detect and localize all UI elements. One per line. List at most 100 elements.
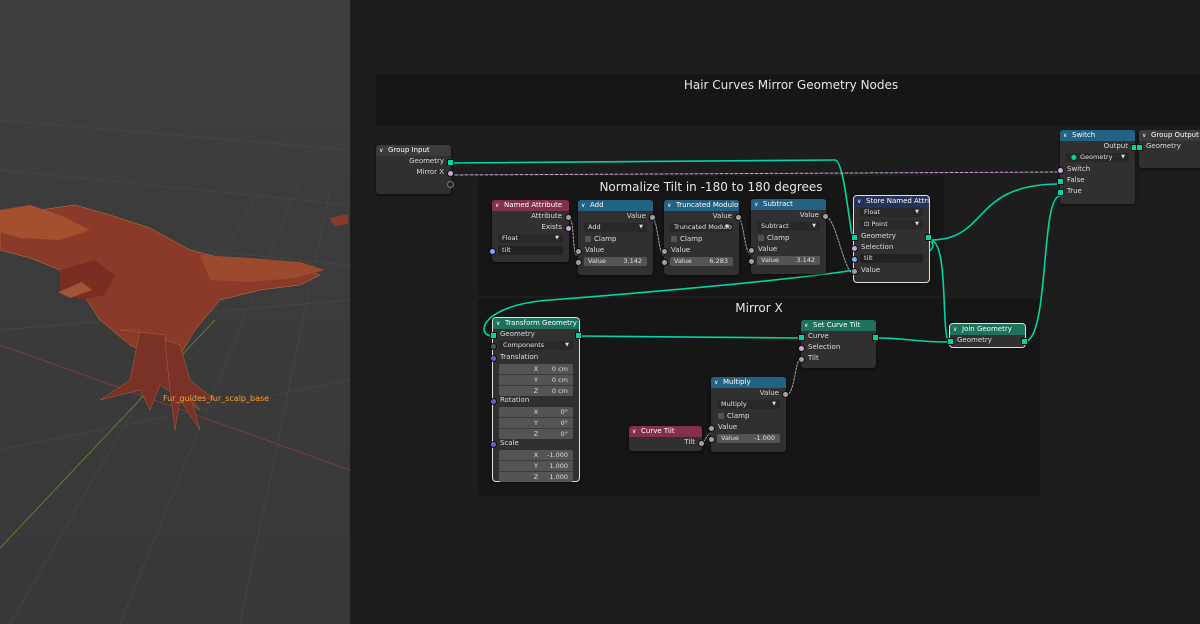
translation-socket[interactable] [490,355,497,362]
group-output-node[interactable]: ∨ Group Output Geometry [1136,130,1200,168]
collapse-icon[interactable]: ∨ [857,196,861,207]
transform-geometry-node[interactable]: ∨ Transform Geometry Geometry Components ▼… [490,317,582,482]
value-output-socket[interactable] [822,213,829,220]
store-named-header[interactable]: ∨ Store Named Attri [854,196,929,207]
geometry-output-socket[interactable] [1021,338,1028,345]
rotation-socket[interactable] [490,398,497,405]
name-socket[interactable] [851,256,858,263]
translation-y[interactable]: Y0 cm [499,375,573,386]
mirror-x-socket[interactable] [447,170,454,177]
switch-socket[interactable] [1057,167,1064,174]
rotation-y[interactable]: Y 0° [499,418,573,429]
switch-header[interactable]: ∨ Switch [1060,130,1135,141]
operation-dropdown[interactable]: Subtract ▼ [757,222,820,231]
value-output-socket[interactable] [649,214,656,221]
named-attribute-header[interactable]: ∨ Named Attribute [492,200,569,211]
switch-node[interactable]: ∨ Switch Output ● Geometry ▼ Switch False T… [1057,130,1138,204]
group-input-header[interactable]: ∨ Group Input [376,145,451,156]
trunc-mod-header[interactable]: ∨ Truncated Modulo [664,200,739,211]
curve-tilt-header[interactable]: ∨ Curve Tilt [629,426,702,437]
empty-socket[interactable] [447,181,454,188]
attribute-socket[interactable] [565,214,572,221]
scale-socket[interactable] [490,441,497,448]
mode-dropdown[interactable]: Components ▼ [499,341,573,350]
curve-input-socket[interactable] [798,334,805,341]
translation-x[interactable]: X0 cm [499,364,573,375]
translation-vector[interactable]: X0 cm Y0 cm Z0 cm [499,364,573,396]
value-input-socket[interactable] [575,248,582,255]
value-input-socket[interactable] [661,248,668,255]
value-field[interactable]: Value 6.283 [670,257,733,266]
multiply-clamp-row[interactable]: Clamp [711,411,786,422]
collapse-icon[interactable]: ∨ [667,200,671,211]
subtract-node[interactable]: ∨ Subtract Value Subtract ▼ Clamp Value Va… [748,199,829,274]
scale-y[interactable]: Y 1.000 [499,461,573,472]
value-input-socket[interactable] [708,425,715,432]
value-input-socket-2[interactable] [575,259,582,266]
clamp-checkbox[interactable] [671,236,677,242]
data-type-dropdown[interactable]: Float ▼ [498,234,563,243]
tilt-input-socket[interactable] [798,356,805,363]
scale-vector[interactable]: X -1.000 Y 1.000 Z 1.000 [499,450,573,482]
group-input-node[interactable]: ∨ Group Input Geometry Mirror X [376,145,454,194]
geometry-input-socket[interactable] [851,234,858,241]
operation-dropdown[interactable]: Multiply ▼ [717,400,780,409]
collapse-icon[interactable]: ∨ [1063,130,1067,141]
value-input-socket-2[interactable] [708,436,715,443]
true-socket[interactable] [1057,189,1064,196]
collapse-icon[interactable]: ∨ [632,426,636,437]
set-curve-tilt-node[interactable]: ∨ Set Curve Tilt Curve Selection Tilt [798,320,879,368]
clamp-checkbox[interactable] [585,236,591,242]
collapse-icon[interactable]: ∨ [379,145,383,156]
group-output-header[interactable]: ∨ Group Output [1139,130,1200,141]
collapse-icon[interactable]: ∨ [804,320,808,331]
value-output-socket[interactable] [735,214,742,221]
tilt-output-socket[interactable] [698,440,705,447]
join-header[interactable]: ∨ Join Geometry [950,324,1025,335]
mode-socket[interactable] [490,343,497,350]
subtract-header[interactable]: ∨ Subtract [751,199,826,210]
multiply-header[interactable]: ∨ Multiply [711,377,786,388]
attribute-name-field[interactable]: tilt [860,254,923,263]
add-header[interactable]: ∨ Add [578,200,653,211]
scale-z[interactable]: Z 1.000 [499,472,573,482]
subtract-clamp-row[interactable]: Clamp [751,233,826,244]
curve-tilt-node[interactable]: ∨ Curve Tilt Tilt [629,426,705,451]
collapse-icon[interactable]: ∨ [754,199,758,210]
3d-viewport[interactable]: Fur_guides_fur_scalp_base [0,0,350,624]
geometry-input-socket[interactable] [1136,144,1143,151]
collapse-icon[interactable]: ∨ [495,200,499,211]
value-field[interactable]: Value 3.142 [584,257,647,266]
scale-x[interactable]: X -1.000 [499,450,573,461]
geometry-input-socket[interactable] [490,332,497,339]
trunc-mod-clamp-row[interactable]: Clamp [664,234,739,245]
attribute-name-field[interactable]: tilt [498,246,563,255]
input-type-dropdown[interactable]: ● Geometry ▼ [1066,153,1129,162]
value-output-socket[interactable] [782,391,789,398]
geometry-output-socket[interactable] [925,234,932,241]
join-geometry-node[interactable]: ∨ Join Geometry Geometry [947,323,1028,348]
collapse-icon[interactable]: ∨ [714,377,718,388]
collapse-icon[interactable]: ∨ [581,200,585,211]
value-field[interactable]: Value 3.142 [757,256,820,265]
false-socket[interactable] [1057,178,1064,185]
operation-dropdown[interactable]: Truncated Modulo ▼ [670,223,733,232]
value-input-socket-2[interactable] [748,258,755,265]
truncated-modulo-node[interactable]: ∨ Truncated Modulo Value Truncated Modulo… [661,200,742,275]
geometry-socket[interactable] [447,159,454,166]
exists-socket[interactable] [565,225,572,232]
name-socket[interactable] [489,248,496,255]
node-editor[interactable]: Hair Curves Mirror Geometry Nodes Normal… [350,0,1200,624]
clamp-checkbox[interactable] [718,413,724,419]
set-curve-tilt-header[interactable]: ∨ Set Curve Tilt [801,320,876,331]
curve-output-socket[interactable] [872,334,879,341]
geometry-input-socket[interactable] [947,338,954,345]
named-attribute-node[interactable]: ∨ Named Attribute Attribute Exists Float ▼… [489,200,572,262]
multiply-node[interactable]: ∨ Multiply Value Multiply ▼ Clamp Value Va… [708,377,789,452]
collapse-icon[interactable]: ∨ [496,318,500,329]
store-named-attribute-node[interactable]: ∨ Store Named Attri Float ▼ ⊡ Point ▼ Geome… [851,195,932,283]
data-type-dropdown[interactable]: Float ▼ [860,208,923,217]
collapse-icon[interactable]: ∨ [953,324,957,335]
rotation-x[interactable]: X 0° [499,407,573,418]
add-node[interactable]: ∨ Add Value Add ▼ Clamp Value Value 3.142 [575,200,656,275]
